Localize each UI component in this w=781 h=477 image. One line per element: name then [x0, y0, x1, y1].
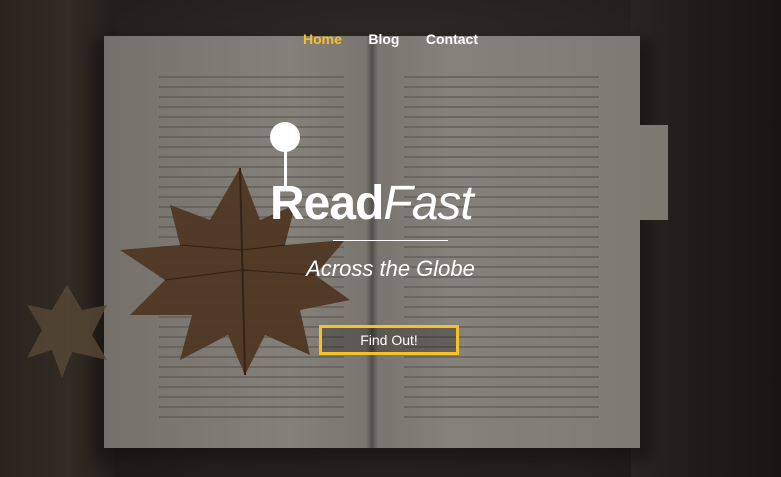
- brand-light: Fast: [383, 177, 473, 230]
- nav-home-link[interactable]: Home: [303, 31, 342, 47]
- divider-line: [333, 240, 448, 241]
- nav-blog-link[interactable]: Blog: [368, 31, 399, 47]
- brand-wordmark: ReadFast: [270, 174, 474, 234]
- brand-bold: Read: [270, 177, 384, 230]
- hero-tagline: Across the Globe: [306, 256, 475, 281]
- nav-contact-link[interactable]: Contact: [426, 31, 478, 47]
- find-out-button[interactable]: Find Out!: [319, 325, 459, 355]
- logo-dot-icon: [270, 122, 300, 152]
- main-nav: Home Blog Contact: [0, 31, 781, 49]
